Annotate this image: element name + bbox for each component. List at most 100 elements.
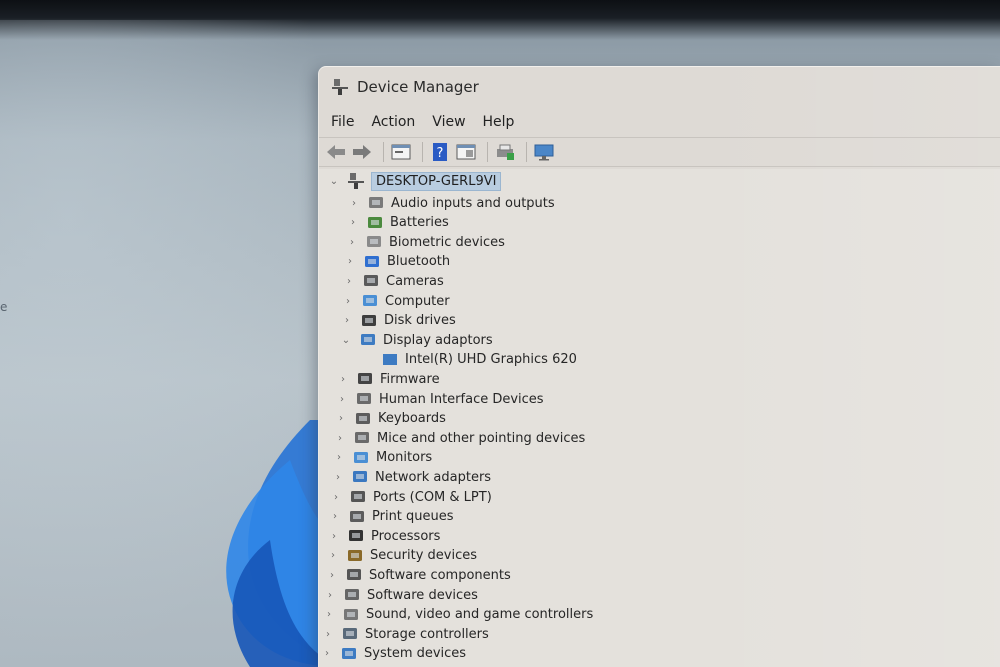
disk-drive-icon (362, 314, 376, 326)
chevron-right-icon[interactable]: › (343, 256, 357, 267)
computer-root-icon (348, 173, 364, 189)
firmware-icon (358, 373, 372, 385)
toolbar-separator (383, 142, 384, 162)
chevron-down-icon[interactable]: ⌄ (327, 176, 341, 187)
tree-category-row[interactable]: › Processors (327, 526, 440, 546)
tree-category-label: Processors (371, 528, 441, 544)
tree-category-row[interactable]: › Monitors (332, 448, 432, 468)
processor-icon (349, 530, 363, 542)
tree-category-label: Disk drives (384, 313, 456, 329)
chevron-right-icon[interactable]: › (333, 433, 347, 444)
menu-bar: File Action View Help (319, 107, 1000, 137)
network-adapter-icon (353, 471, 367, 483)
device-manager-window: Device Manager File Action View Help ? ⌄… (318, 66, 1000, 667)
tree-category-label: Firmware (380, 371, 440, 387)
menu-view[interactable]: View (432, 114, 465, 130)
tree-category-row[interactable]: › Ports (COM & LPT) (329, 487, 492, 507)
tree-category-row[interactable]: › Security devices (326, 546, 477, 566)
help-icon: ? (433, 143, 447, 161)
chevron-down-icon[interactable]: ⌄ (339, 335, 353, 346)
chevron-right-icon[interactable]: › (322, 609, 336, 620)
display-adapter-icon (383, 353, 397, 365)
svg-text:?: ? (437, 146, 444, 161)
tree-category-row[interactable]: › Mice and other pointing devices (333, 428, 585, 448)
chevron-right-icon[interactable]: › (334, 413, 348, 424)
tree-category-row[interactable]: › System devices (320, 644, 466, 664)
chevron-right-icon[interactable]: › (327, 531, 341, 542)
tree-device-row[interactable]: Intel(R) UHD Graphics 620 (361, 350, 577, 370)
chevron-right-icon[interactable]: › (347, 198, 361, 209)
bluetooth-icon (365, 255, 379, 267)
storage-controller-icon (343, 628, 357, 640)
tree-category-label: Monitors (376, 450, 433, 466)
tree-category-row[interactable]: › Biometric devices (345, 232, 505, 252)
tree-root-row[interactable]: ⌄ DESKTOP-GERL9VI (327, 171, 502, 191)
tree-category-row[interactable]: ›Universal Serial Bus controllers (319, 663, 566, 667)
tree-category-row[interactable]: › Bluetooth (343, 252, 450, 272)
tree-category-row[interactable]: › Sound, video and game controllers (322, 605, 593, 625)
tree-category-row[interactable]: ⌄ Display adaptors (339, 330, 493, 350)
forward-button[interactable] (351, 141, 373, 163)
properties-button[interactable] (390, 141, 412, 163)
tree-category-row[interactable]: › Disk drives (340, 311, 456, 331)
tree-category-row[interactable]: › Cameras (342, 271, 444, 291)
chevron-right-icon[interactable]: › (325, 570, 339, 581)
monitor-scan-icon (534, 144, 554, 161)
hid-icon (357, 393, 371, 404)
tree-category-row[interactable]: › Computer (341, 291, 450, 311)
menu-action[interactable]: Action (371, 114, 415, 130)
tree-category-label: Audio inputs and outputs (391, 195, 555, 211)
tree-category-label: Batteries (390, 215, 449, 231)
scan-hardware-button[interactable] (533, 141, 555, 163)
print-button[interactable] (494, 141, 516, 163)
security-icon (348, 549, 362, 561)
forward-arrow-icon (353, 145, 371, 159)
menu-file[interactable]: File (331, 114, 354, 130)
display-adapter-icon (361, 334, 375, 346)
printer-icon (350, 510, 364, 522)
chevron-right-icon[interactable]: › (335, 394, 349, 405)
title-bar[interactable]: Device Manager (319, 67, 1000, 107)
back-button[interactable] (325, 141, 347, 163)
chevron-right-icon[interactable]: › (341, 296, 355, 307)
tree-category-row[interactable]: › Software components (325, 565, 511, 585)
desktop-edge-mark: e (0, 300, 8, 314)
toolbar-separator (422, 142, 423, 162)
computer-icon (363, 295, 377, 306)
chevron-right-icon[interactable]: › (329, 492, 343, 503)
tree-category-row[interactable]: › Storage controllers (321, 624, 489, 644)
chevron-right-icon[interactable]: › (336, 374, 350, 385)
chevron-right-icon[interactable]: › (323, 590, 337, 601)
chevron-right-icon[interactable]: › (342, 276, 356, 287)
speaker-icon (369, 197, 383, 208)
chevron-right-icon[interactable]: › (321, 629, 335, 640)
tree-category-row[interactable]: › Software devices (323, 585, 478, 605)
help-button[interactable]: ? (429, 141, 451, 163)
tree-category-row[interactable]: › Audio inputs and outputs (347, 193, 555, 213)
tree-category-row[interactable]: › Human Interface Devices (335, 389, 544, 409)
chevron-right-icon[interactable]: › (320, 648, 334, 659)
tree-category-label: System devices (364, 646, 467, 662)
tree-category-row[interactable]: › Print queues (328, 507, 454, 527)
chevron-right-icon[interactable]: › (340, 315, 354, 326)
toolbar-separator (487, 142, 488, 162)
chevron-right-icon[interactable]: › (328, 511, 342, 522)
tree-category-row[interactable]: › Network adapters (331, 467, 491, 487)
tree-category-row[interactable]: › Keyboards (334, 409, 446, 429)
chevron-right-icon[interactable]: › (331, 472, 345, 483)
toolbar-separator (526, 142, 527, 162)
tree-category-row[interactable]: › Batteries (346, 213, 449, 233)
toolbar: ? (319, 137, 1000, 167)
software-device-icon (345, 589, 359, 600)
menu-help[interactable]: Help (483, 114, 515, 130)
chevron-right-icon[interactable]: › (345, 237, 359, 248)
tree-category-label: Sound, video and game controllers (366, 607, 594, 623)
tree-category-row[interactable]: › Firmware (336, 369, 440, 389)
device-tree: ⌄ DESKTOP-GERL9VI › Audio inputs and outp… (319, 169, 1000, 667)
chevron-right-icon[interactable]: › (346, 217, 360, 228)
chevron-right-icon[interactable]: › (332, 452, 346, 463)
chevron-right-icon[interactable]: › (326, 550, 340, 561)
sound-icon (344, 608, 358, 620)
back-arrow-icon (327, 145, 345, 159)
view-toggle-button[interactable] (455, 141, 477, 163)
